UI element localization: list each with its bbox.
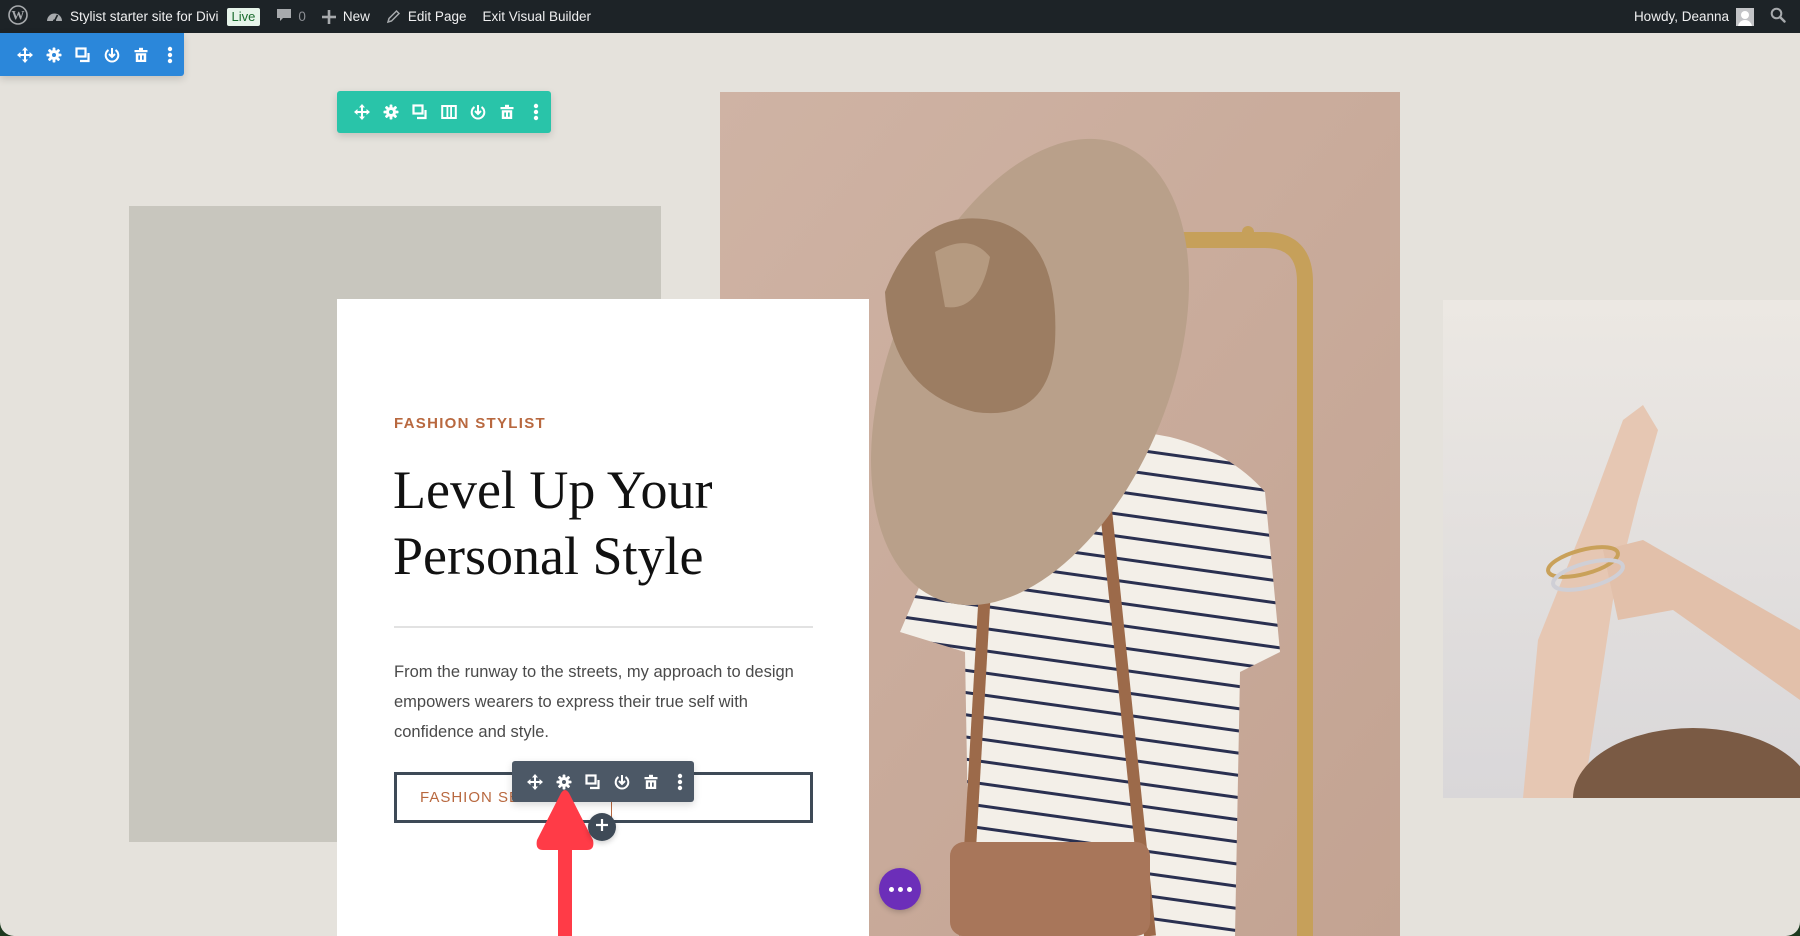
divider [394,626,813,628]
save-to-library-icon [104,47,120,63]
svg-text:W: W [12,8,25,23]
row-columns-button[interactable] [434,91,463,133]
my-account-menu[interactable]: Howdy, Deanna [1626,0,1762,33]
move-icon [16,46,33,63]
eyebrow-text: FASHION STYLIST [394,415,547,432]
avatar [1736,7,1754,26]
cta-label: FASHION SE [420,789,521,806]
site-name-menu[interactable]: Stylist starter site for Divi Live [38,0,268,33]
pencil-icon [386,9,401,24]
wp-admin-bar: W Stylist starter site for Divi Live 0 N… [0,0,1800,33]
move-icon [526,773,543,790]
arms-bangles-photo [1443,300,1800,798]
new-label: New [342,9,370,24]
row-duplicate-button[interactable] [405,91,434,133]
duplicate-icon [584,773,601,790]
edit-page-label: Edit Page [407,9,467,24]
site-name: Stylist starter site for Divi [70,9,219,24]
browser-window: W Stylist starter site for Divi Live 0 N… [0,0,1800,936]
comment-bubble-icon [276,7,292,26]
section-delete-button[interactable] [126,33,155,76]
section-more-button[interactable] [155,33,184,76]
save-to-library-icon [470,104,486,120]
wordpress-menu[interactable]: W [0,0,38,33]
headline-line-2: Personal Style [393,526,704,586]
row-move-button[interactable] [347,91,376,133]
gear-icon [556,774,572,790]
module-settings-button[interactable] [549,761,578,802]
module-duplicate-button[interactable] [578,761,607,802]
move-icon [353,104,370,120]
more-vertical-icon [677,773,683,791]
more-vertical-icon [533,103,539,121]
add-module-button[interactable] [588,813,616,841]
dashboard-icon [46,9,63,24]
admin-search-button[interactable] [1762,0,1800,33]
section-toolbar [0,33,184,76]
module-move-button[interactable] [520,761,549,802]
section-move-button[interactable] [10,33,39,76]
section-save-button[interactable] [97,33,126,76]
page-settings-button[interactable] [879,868,921,910]
greeting: Howdy, Deanna [1633,9,1729,24]
module-delete-button[interactable] [636,761,665,802]
section-settings-button[interactable] [39,33,68,76]
module-toolbar [512,761,694,802]
module-save-button[interactable] [607,761,636,802]
hero-description: From the runway to the streets, my appro… [394,663,794,741]
row-settings-button[interactable] [376,91,405,133]
exit-visual-builder-link[interactable]: Exit Visual Builder [474,0,599,33]
more-dots-icon-dot [888,886,894,892]
more-dots-icon-dot [906,886,912,892]
gear-icon [46,47,62,63]
more-dots-icon-dot [897,886,903,892]
search-icon [1770,7,1786,26]
module-more-button[interactable] [665,761,694,802]
gear-icon [383,104,399,120]
new-content-menu[interactable]: New [314,0,378,33]
columns-icon [440,104,457,120]
section-duplicate-button[interactable] [68,33,97,76]
exit-visual-builder-label: Exit Visual Builder [482,9,592,24]
row-toolbar [337,91,551,133]
wordpress-logo-icon: W [8,5,28,28]
plus-icon [596,818,608,836]
save-to-library-icon [614,774,630,790]
row-save-button[interactable] [463,91,492,133]
more-vertical-icon [167,46,173,64]
trash-icon [499,104,515,120]
comments-count: 0 [298,9,306,24]
row-more-button[interactable] [521,91,550,133]
duplicate-icon [74,46,91,63]
row-delete-button[interactable] [492,91,521,133]
plus-icon [321,9,336,24]
trash-icon [643,774,659,790]
edit-page-link[interactable]: Edit Page [378,0,475,33]
side-image [1443,300,1800,798]
comments-link[interactable]: 0 [268,0,314,33]
live-status-badge: Live [226,7,261,26]
page-headline: Level Up Your Personal Style [393,457,813,589]
duplicate-icon [411,104,428,120]
headline-line-1: Level Up Your [393,460,713,520]
trash-icon [133,47,149,63]
